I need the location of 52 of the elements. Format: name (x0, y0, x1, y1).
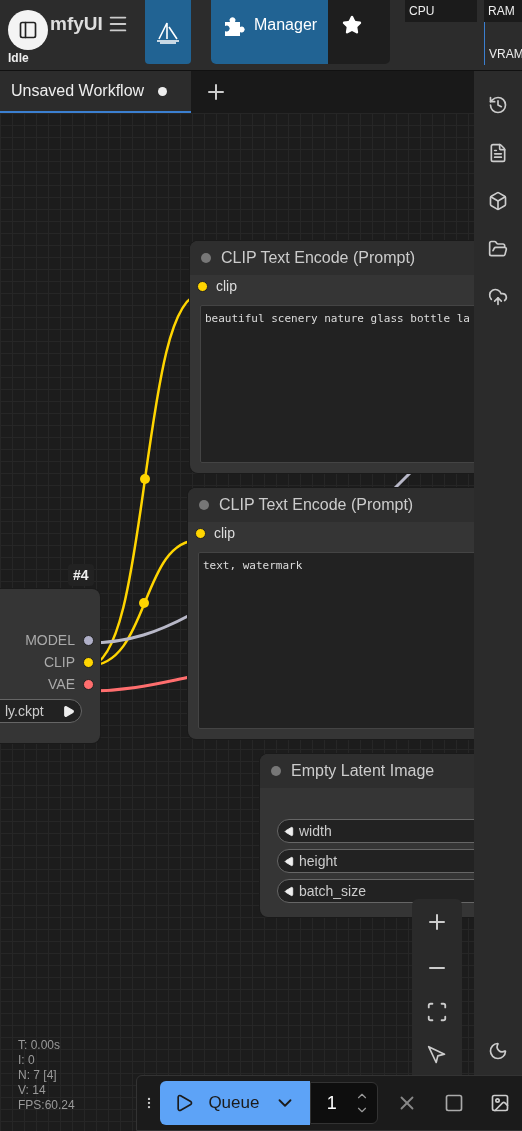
node-title: CLIP Text Encode (Prompt) (221, 249, 416, 267)
batch-count-field[interactable]: 1 (309, 1082, 379, 1124)
sidebar-toggle-button[interactable] (8, 10, 48, 50)
number-widget[interactable]: height (277, 849, 474, 873)
node-title: Empty Latent Image (291, 762, 435, 780)
stats-text: V: 14 (18, 1083, 47, 1098)
output-label: MODEL (25, 632, 75, 648)
node-status-dot (271, 766, 281, 776)
node-status-dot (199, 500, 209, 510)
output-label: CLIP (43, 654, 75, 670)
prompt-text-field[interactable]: beautiful scenery nature glass bottle la (200, 305, 474, 463)
prompt-text-field[interactable]: text, watermark (198, 552, 474, 729)
fit-view-icon[interactable] (426, 1001, 448, 1024)
status-text: Idle (8, 51, 30, 65)
queue-button[interactable]: Queue (160, 1081, 310, 1125)
resource-monitor-label: RAM (484, 0, 522, 22)
stats-text: N: 7 [4] (18, 1068, 58, 1083)
input-label: clip (216, 278, 237, 294)
output-slot-dot[interactable] (83, 634, 94, 646)
left-arrow-icon (284, 885, 295, 897)
input-slot-dot[interactable] (197, 280, 208, 292)
number-widget[interactable]: batch_size (277, 879, 474, 903)
link-wire (393, 471, 412, 490)
navigation-arrow-icon[interactable] (427, 1045, 447, 1066)
wire-midpoint-dot (139, 598, 149, 608)
left-arrow-icon (284, 825, 295, 837)
input-label: clip (214, 525, 235, 541)
workflow-tab[interactable]: Unsaved Workflow (0, 71, 191, 113)
puzzle-icon (222, 14, 246, 36)
sailboat-button[interactable] (145, 0, 192, 64)
manager-button[interactable]: Manager (211, 0, 329, 64)
number-widget[interactable]: width (277, 819, 474, 843)
stats-text: T: 0.00s (18, 1038, 62, 1053)
output-slot-dot[interactable] (83, 656, 94, 668)
play-icon (174, 1093, 195, 1113)
output-slot-dot[interactable] (83, 678, 94, 690)
output-label: VAE (48, 676, 75, 692)
unsaved-dot (158, 86, 168, 96)
left-arrow-icon (284, 855, 295, 867)
app-logo: mfyUI (50, 13, 103, 35)
node-status-dot (201, 253, 211, 263)
resource-monitor-label: VRAM (484, 22, 522, 65)
right-arrow-icon (62, 704, 75, 718)
node-id-badge: #4 (68, 564, 94, 586)
stats-text: I: 0 (18, 1053, 36, 1068)
resource-monitor-label: CPU (405, 0, 477, 22)
model-select-widget[interactable]: ly.ckpt (0, 699, 82, 723)
wire-midpoint-dot (140, 474, 150, 484)
stats-text: FPS:60.24 (18, 1098, 75, 1113)
input-slot-dot[interactable] (195, 527, 206, 539)
panel-icon (18, 20, 38, 40)
node-title: CLIP Text Encode (Prompt) (219, 496, 414, 514)
